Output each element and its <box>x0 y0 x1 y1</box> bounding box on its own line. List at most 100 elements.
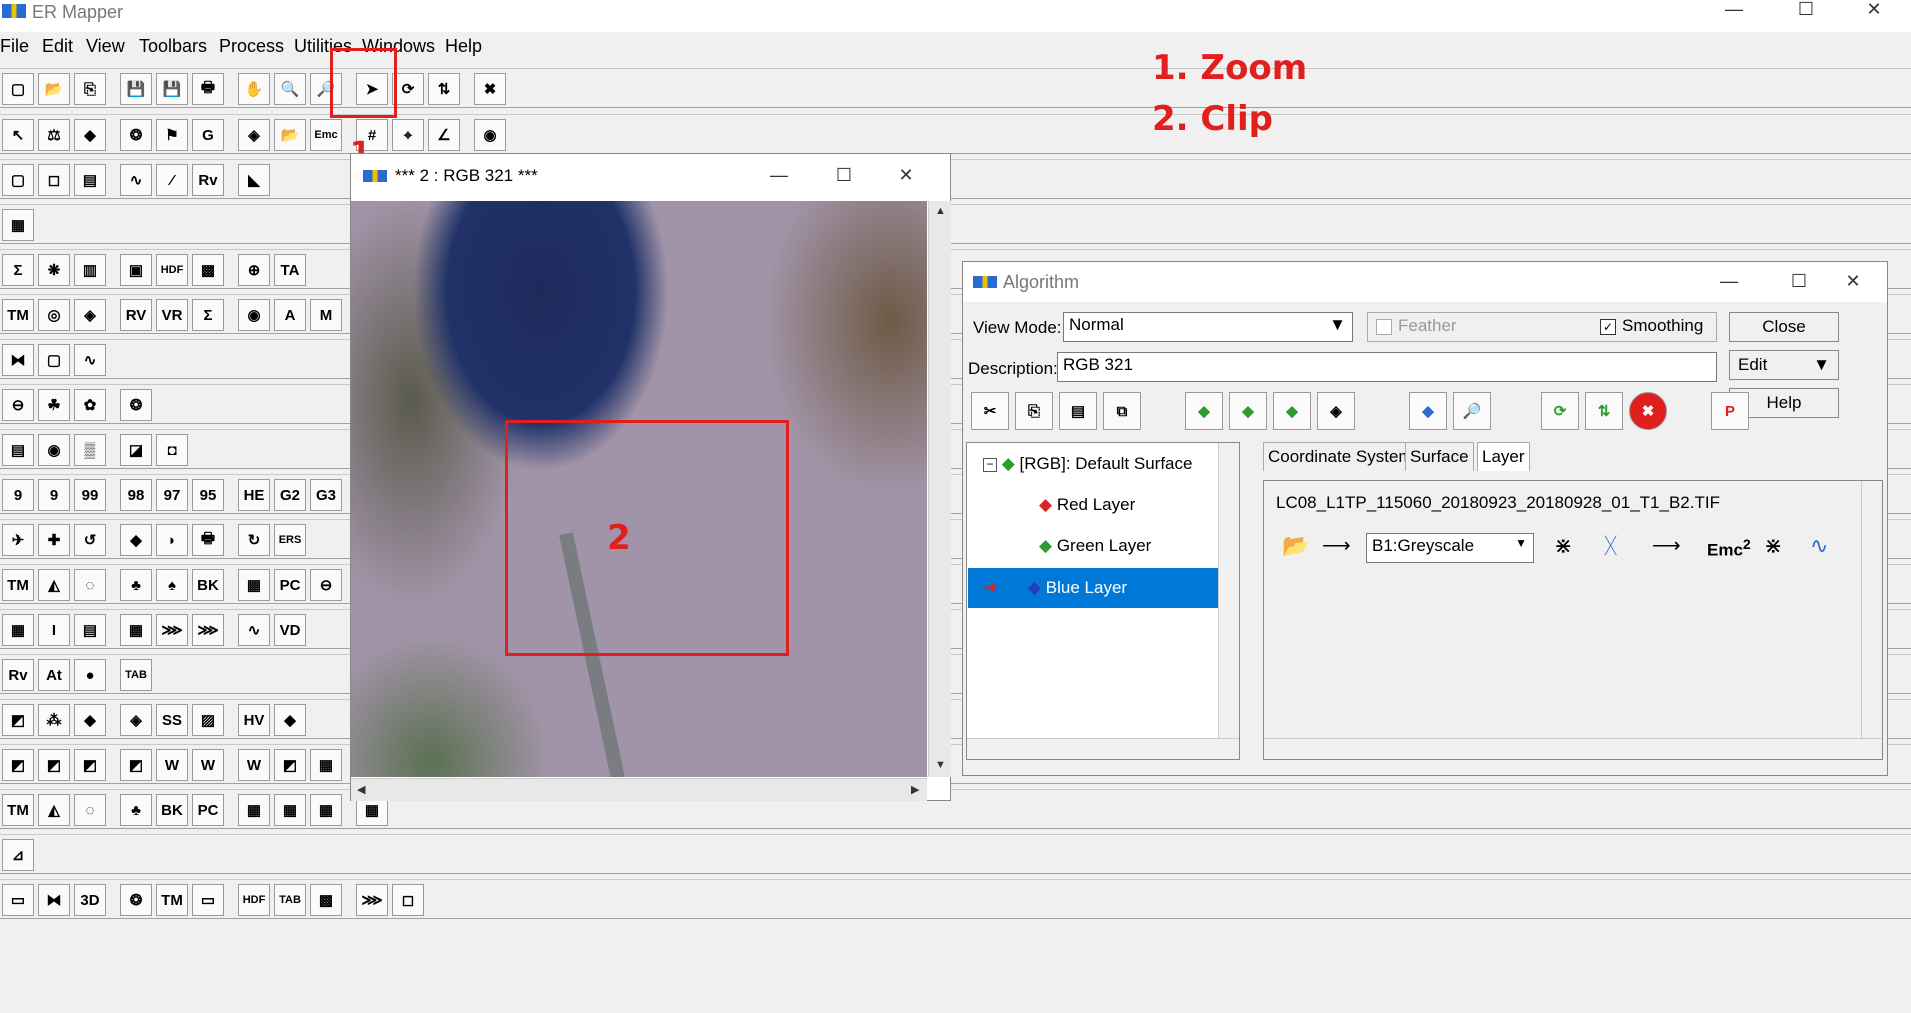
toolbar-row1-tool-6-icon[interactable]: 🖶 <box>192 73 224 105</box>
toolbar-row18-tool-1-icon[interactable]: ⊿ <box>2 839 34 871</box>
formula-icon[interactable]: Emc2 <box>1707 537 1751 561</box>
toolbar-row5-tool-7-icon[interactable]: ⊕ <box>238 254 270 286</box>
toolbar-row11-tool-1-icon[interactable]: ✈ <box>2 524 34 556</box>
maximize-icon[interactable]: ☐ <box>1777 0 1835 20</box>
toolbar-row3-tool-5-icon[interactable]: ⁄ <box>156 164 188 196</box>
toolbar-row10-tool-9-icon[interactable]: G3 <box>310 479 342 511</box>
toolbar-row10-tool-3-icon[interactable]: 99 <box>74 479 106 511</box>
toolbar-row19-tool-1-icon[interactable]: ▭ <box>2 884 34 916</box>
toolbar-row2-tool-9-icon[interactable]: Emc <box>310 119 342 151</box>
toolbar-row10-tool-1-icon[interactable]: 9 <box>2 479 34 511</box>
toolbar-row19-tool-9-icon[interactable]: ▩ <box>310 884 342 916</box>
toolbar-row9-tool-3-icon[interactable]: ▒ <box>74 434 106 466</box>
toolbar-row12-tool-2-icon[interactable]: ◭ <box>38 569 70 601</box>
load-dataset-icon[interactable]: ◆ <box>1409 392 1447 430</box>
blue-layer-node[interactable]: ➜ ◆ Blue Layer <box>983 569 1127 607</box>
toolbar-row2-tool-4-icon[interactable]: ❂ <box>120 119 152 151</box>
toolbar-row10-tool-7-icon[interactable]: HE <box>238 479 270 511</box>
input-transform-icon[interactable]: ᚷ <box>1604 533 1617 559</box>
toolbar-row9-tool-1-icon[interactable]: ▤ <box>2 434 34 466</box>
refresh-icon[interactable]: ⟳ <box>1541 392 1579 430</box>
toolbar-row3-tool-3-icon[interactable]: ▤ <box>74 164 106 196</box>
toolbar-row12-tool-6-icon[interactable]: BK <box>192 569 224 601</box>
menu-toolbars[interactable]: Toolbars <box>139 36 207 57</box>
toolbar-row1-tool-3-icon[interactable]: ⎘ <box>74 73 106 105</box>
toolbar-row19-tool-7-icon[interactable]: HDF <box>238 884 270 916</box>
toolbar-row15-tool-2-icon[interactable]: ⁂ <box>38 704 70 736</box>
toolbar-row9-tool-4-icon[interactable]: ◪ <box>120 434 152 466</box>
toolbar-row4-tool-1-icon[interactable]: ▦ <box>2 209 34 241</box>
toolbar-row2-tool-8-icon[interactable]: 📂 <box>274 119 306 151</box>
toolbar-row2-tool-13-icon[interactable]: ◉ <box>474 119 506 151</box>
move-layer-down-icon[interactable]: ◆ <box>1273 392 1311 430</box>
tree-vertical-scrollbar[interactable] <box>1218 443 1239 739</box>
move-layer-up-icon[interactable]: ◆ <box>1229 392 1267 430</box>
algorithm-window[interactable]: Algorithm — ☐ ✕ View Mode: Normal ▼ Feat… <box>962 261 1888 776</box>
toolbar-row2-tool-12-icon[interactable]: ∠ <box>428 119 460 151</box>
toolbar-row1-tool-13-icon[interactable]: ✖ <box>474 73 506 105</box>
toolbar-row19-tool-10-icon[interactable]: ⋙ <box>356 884 388 916</box>
toolbar-row16-tool-7-icon[interactable]: W <box>238 749 270 781</box>
toolbar-row14-tool-4-icon[interactable]: TAB <box>120 659 152 691</box>
toolbar-row5-tool-1-icon[interactable]: Σ <box>2 254 34 286</box>
toolbar-row5-tool-3-icon[interactable]: ▥ <box>74 254 106 286</box>
algorithm-minimize-icon[interactable]: — <box>1709 272 1749 292</box>
toolbar-row5-tool-4-icon[interactable]: ▣ <box>120 254 152 286</box>
toolbar-row9-tool-5-icon[interactable]: ◘ <box>156 434 188 466</box>
algorithm-maximize-icon[interactable]: ☐ <box>1779 272 1819 292</box>
toolbar-row16-tool-3-icon[interactable]: ◩ <box>74 749 106 781</box>
menu-edit[interactable]: Edit <box>42 36 73 57</box>
feather-checkbox[interactable] <box>1376 319 1392 335</box>
toolbar-row8-tool-1-icon[interactable]: ⊖ <box>2 389 34 421</box>
toolbar-row3-tool-6-icon[interactable]: Rv <box>192 164 224 196</box>
toolbar-row13-tool-4-icon[interactable]: ▦ <box>120 614 152 646</box>
algorithm-titlebar[interactable]: Algorithm — ☐ ✕ <box>963 262 1887 302</box>
tree-horizontal-scrollbar[interactable] <box>967 738 1239 759</box>
toolbar-row13-tool-2-icon[interactable]: I <box>38 614 70 646</box>
toolbar-row13-tool-1-icon[interactable]: ▦ <box>2 614 34 646</box>
collapse-icon[interactable]: − <box>983 457 997 472</box>
scroll-up-icon[interactable]: ▲ <box>935 205 946 217</box>
toolbar-row11-tool-8-icon[interactable]: ERS <box>274 524 306 556</box>
layer-vertical-scrollbar[interactable] <box>1861 481 1882 739</box>
toolbar-row7-tool-2-icon[interactable]: ▢ <box>38 344 70 376</box>
toolbar-row15-tool-3-icon[interactable]: ◆ <box>74 704 106 736</box>
toolbar-row15-tool-5-icon[interactable]: SS <box>156 704 188 736</box>
toolbar-row14-tool-3-icon[interactable]: ● <box>74 659 106 691</box>
toolbar-row7-tool-1-icon[interactable]: ⧓ <box>2 344 34 376</box>
description-input[interactable]: RGB 321 <box>1057 352 1717 382</box>
toolbar-row12-tool-3-icon[interactable]: ◌ <box>74 569 106 601</box>
toolbar-row13-tool-6-icon[interactable]: ⋙ <box>192 614 224 646</box>
toolbar-row14-tool-2-icon[interactable]: At <box>38 659 70 691</box>
toolbar-row6-tool-9-icon[interactable]: M <box>310 299 342 331</box>
toolbar-row17-tool-9-icon[interactable]: ▦ <box>310 794 342 826</box>
toolbar-row10-tool-5-icon[interactable]: 97 <box>156 479 188 511</box>
toolbar-row19-tool-2-icon[interactable]: ⧓ <box>38 884 70 916</box>
toolbar-row1-tool-5-icon[interactable]: 💾 <box>156 73 188 105</box>
toolbar-row2-tool-2-icon[interactable]: ⚖ <box>38 119 70 151</box>
toolbar-row12-tool-9-icon[interactable]: ⊖ <box>310 569 342 601</box>
toolbar-row17-tool-1-icon[interactable]: TM <box>2 794 34 826</box>
open-dataset-icon[interactable]: 📂 <box>1282 533 1309 559</box>
toolbar-row6-tool-6-icon[interactable]: Σ <box>192 299 224 331</box>
close-button[interactable]: Close <box>1729 312 1839 342</box>
toolbar-row17-tool-3-icon[interactable]: ◌ <box>74 794 106 826</box>
toolbar-row6-tool-7-icon[interactable]: ◉ <box>238 299 270 331</box>
toolbar-row6-tool-2-icon[interactable]: ◎ <box>38 299 70 331</box>
toolbar-row2-tool-7-icon[interactable]: ◈ <box>238 119 270 151</box>
copy-icon[interactable]: ⎘ <box>1015 392 1053 430</box>
image-window-titlebar[interactable]: *** 2 : RGB 321 *** — ☐ ✕ <box>351 154 950 200</box>
add-layer-icon[interactable]: ◆ <box>1185 392 1223 430</box>
postscript-icon[interactable]: P <box>1711 392 1749 430</box>
toolbar-row17-tool-2-icon[interactable]: ◭ <box>38 794 70 826</box>
toolbar-row2-tool-11-icon[interactable]: ⌖ <box>392 119 424 151</box>
toolbar-row8-tool-2-icon[interactable]: ☘ <box>38 389 70 421</box>
cut-icon[interactable]: ✂ <box>971 392 1009 430</box>
toolbar-row10-tool-8-icon[interactable]: G2 <box>274 479 306 511</box>
toolbar-row13-tool-3-icon[interactable]: ▤ <box>74 614 106 646</box>
menu-file[interactable]: File <box>0 36 29 57</box>
toolbar-row16-tool-8-icon[interactable]: ◩ <box>274 749 306 781</box>
toolbar-row2-tool-6-icon[interactable]: G <box>192 119 224 151</box>
toolbar-row3-tool-2-icon[interactable]: ◻ <box>38 164 70 196</box>
tab-surface[interactable]: Surface <box>1405 442 1474 471</box>
